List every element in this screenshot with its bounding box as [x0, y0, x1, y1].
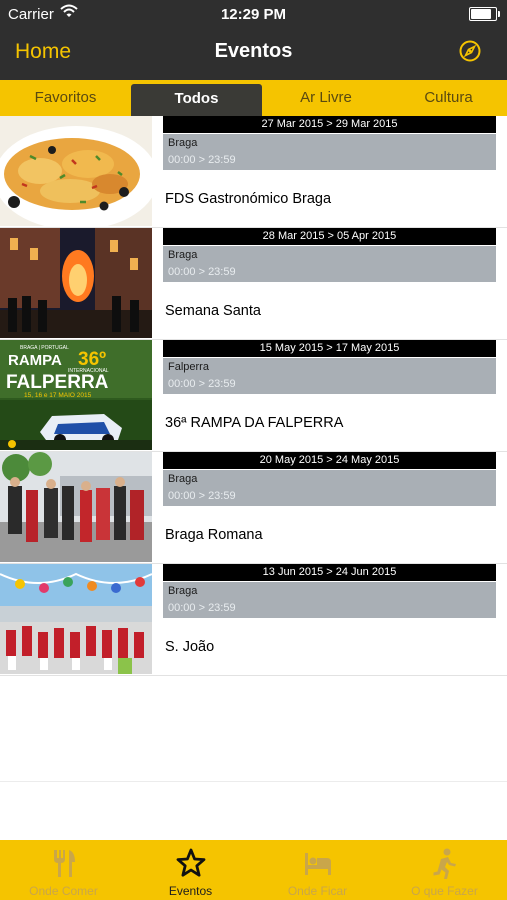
event-location: Braga — [168, 473, 198, 485]
event-thumbnail-festival — [0, 564, 152, 674]
event-location: Braga — [168, 137, 198, 149]
tabbar-label: Onde Ficar — [287, 884, 348, 898]
page-title: Eventos — [214, 40, 293, 62]
event-info-box: Braga 00:00 > 23:59 — [163, 582, 496, 618]
running-person-icon — [433, 848, 456, 879]
event-info-box: Braga 00:00 > 23:59 — [163, 246, 496, 282]
poster-rampa-text: RAMPA — [8, 352, 62, 369]
fork-knife-icon — [54, 850, 75, 877]
tabbar-onde-ficar[interactable]: Onde Ficar — [254, 840, 381, 900]
event-hours: 00:00 > 23:59 — [168, 154, 236, 166]
event-title: Semana Santa — [165, 303, 261, 319]
tab-todos[interactable]: Todos — [131, 84, 262, 116]
clock: 12:29 PM — [220, 6, 287, 23]
event-row[interactable]: BRAGA | PORTUGAL RAMPA 36º INTERNACIONAL… — [0, 340, 507, 452]
compass-icon[interactable] — [459, 40, 481, 62]
status-bar: Carrier 12:29 PM — [0, 0, 507, 28]
poster-name-text: FALPERRA — [6, 372, 109, 393]
event-thumbnail-romans — [0, 452, 152, 562]
event-title: 36ª RAMPA DA FALPERRA — [165, 415, 344, 431]
event-date-range: 27 Mar 2015 > 29 Mar 2015 — [163, 116, 496, 133]
events-list: 27 Mar 2015 > 29 Mar 2015 Braga 00:00 > … — [0, 116, 507, 676]
event-hours: 00:00 > 23:59 — [168, 490, 236, 502]
event-location: Braga — [168, 249, 198, 261]
poster-number-text: 36º — [78, 349, 106, 370]
event-row[interactable]: 20 May 2015 > 24 May 2015 Braga 00:00 > … — [0, 452, 507, 564]
tab-ar-livre[interactable]: Ar Livre — [262, 80, 390, 116]
event-date-range: 13 Jun 2015 > 24 Jun 2015 — [163, 564, 496, 581]
event-row[interactable]: 27 Mar 2015 > 29 Mar 2015 Braga 00:00 > … — [0, 116, 507, 228]
navigation-header: Carrier 12:29 PM Home Eventos — [0, 0, 507, 80]
event-hours: 00:00 > 23:59 — [168, 266, 236, 278]
tabbar-label: Onde Comer — [29, 884, 98, 898]
event-hours: 00:00 > 23:59 — [168, 602, 236, 614]
event-thumbnail-rally-poster: BRAGA | PORTUGAL RAMPA 36º INTERNACIONAL… — [0, 340, 152, 450]
event-info-box: Braga 00:00 > 23:59 — [163, 134, 496, 170]
bottom-tab-bar: Onde Comer Eventos Onde Ficar O que Faze… — [0, 840, 507, 900]
event-title: S. João — [165, 639, 215, 655]
event-info-box: Braga 00:00 > 23:59 — [163, 470, 496, 506]
event-date-range: 28 Mar 2015 > 05 Apr 2015 — [163, 228, 496, 245]
tabbar-onde-comer[interactable]: Onde Comer — [0, 840, 127, 900]
tabbar-eventos[interactable]: Eventos — [127, 840, 254, 900]
event-location: Braga — [168, 585, 198, 597]
star-icon — [176, 848, 206, 877]
event-hours: 00:00 > 23:59 — [168, 378, 236, 390]
tabbar-label: O que Fazer — [411, 884, 478, 898]
event-row[interactable]: 28 Mar 2015 > 05 Apr 2015 Braga 00:00 > … — [0, 228, 507, 340]
tabbar-o-que-fazer[interactable]: O que Fazer — [381, 840, 507, 900]
event-row[interactable]: 13 Jun 2015 > 24 Jun 2015 Braga 00:00 > … — [0, 564, 507, 676]
tab-favoritos[interactable]: Favoritos — [0, 80, 131, 116]
bed-icon — [305, 853, 331, 875]
tab-cultura[interactable]: Cultura — [390, 80, 507, 116]
list-separator — [0, 781, 507, 782]
battery-icon — [469, 7, 500, 21]
event-thumbnail-procession — [0, 228, 152, 338]
event-title: FDS Gastronómico Braga — [165, 191, 332, 207]
event-date-range: 20 May 2015 > 24 May 2015 — [163, 452, 496, 469]
event-info-box: Falperra 00:00 > 23:59 — [163, 358, 496, 394]
poster-top-text: BRAGA | PORTUGAL — [20, 345, 69, 351]
event-title: Braga Romana — [165, 527, 263, 543]
tabbar-label: Eventos — [168, 884, 213, 898]
event-thumbnail-food — [0, 116, 152, 226]
event-date-range: 15 May 2015 > 17 May 2015 — [163, 340, 496, 357]
event-location: Falperra — [168, 361, 209, 373]
category-tabs: Favoritos Todos Ar Livre Cultura — [0, 80, 507, 116]
poster-dates-text: 15, 16 e 17 MAIO 2015 — [24, 392, 92, 399]
